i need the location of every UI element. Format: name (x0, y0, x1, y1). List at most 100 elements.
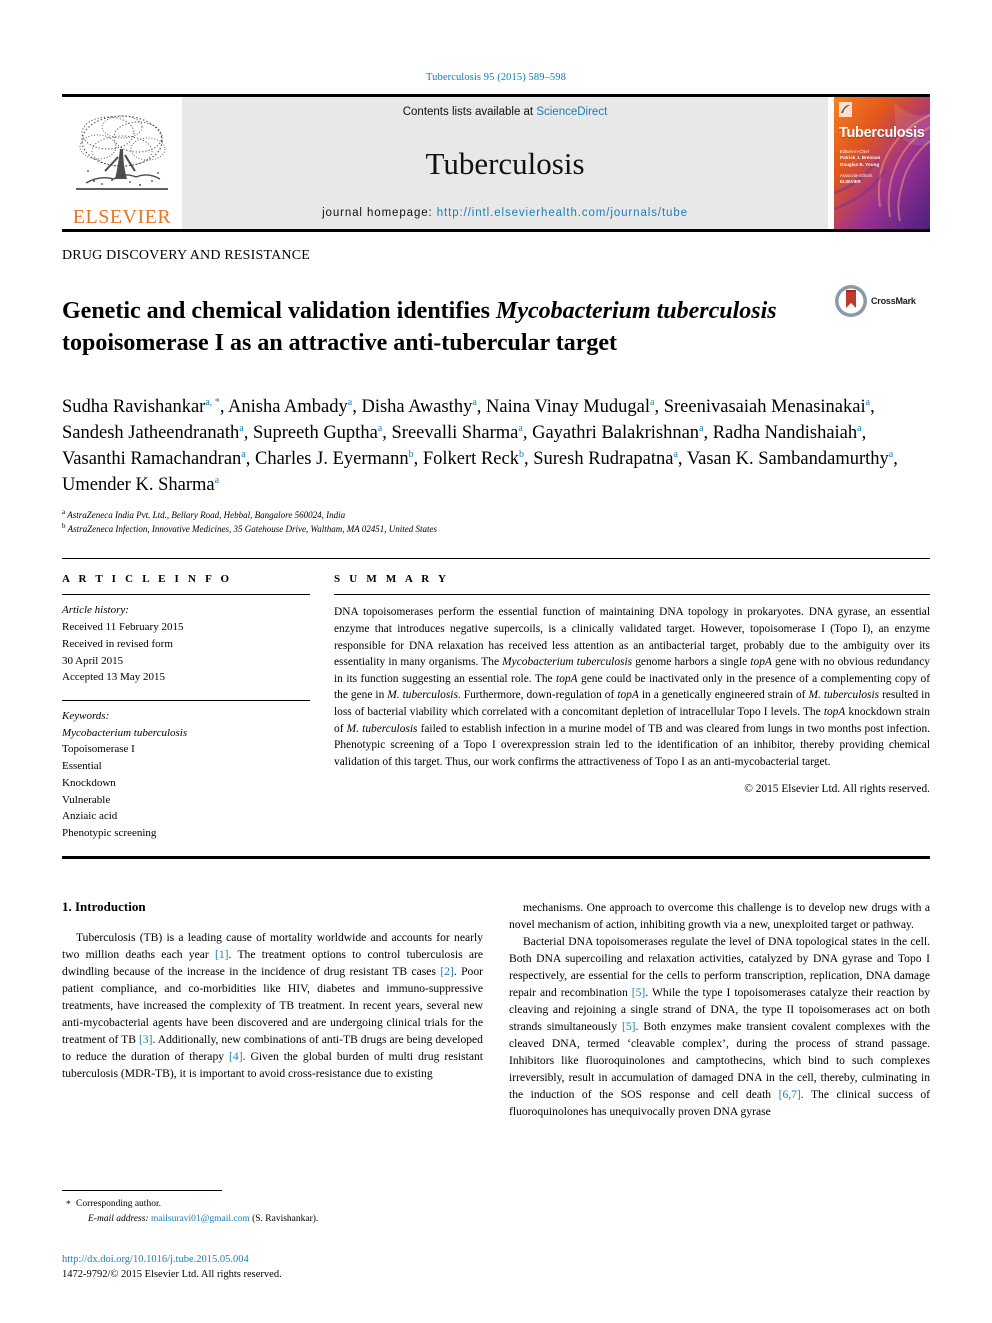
journal-title: Tuberculosis (425, 146, 585, 181)
summary-text-run: genome harbors a single (632, 656, 751, 669)
author-affiliation-mark: a (865, 396, 871, 408)
keywords-group: Keywords: Mycobacterium tuberculosis Topo… (62, 699, 310, 842)
citation-reference[interactable]: [1] (215, 948, 229, 961)
elsevier-wordmark: ELSEVIER (72, 206, 172, 228)
affiliation-list: a AstraZeneca India Pvt. Ltd., Bellary R… (62, 508, 930, 537)
keywords-label: Keywords: (62, 709, 110, 722)
author-name: Sandesh Jatheendranath (62, 422, 240, 443)
citation-reference[interactable]: [4] (229, 1050, 243, 1063)
article-history-item: Received in revised form (62, 637, 173, 650)
author-affiliation-mark: a (699, 422, 704, 434)
introduction-heading: 1. Introduction (62, 898, 146, 914)
author-affiliation-mark: a (377, 422, 383, 434)
sciencedirect-link[interactable]: ScienceDirect (536, 106, 607, 118)
author-list: Sudha Ravishankara, *, Anisha Ambadya, D… (62, 396, 898, 496)
author-name: Vasan K. Sambandamurthy (686, 449, 889, 470)
article-history-item: Accepted 13 May 2015 (62, 671, 165, 684)
author-name: Supreeth Guptha (252, 422, 378, 443)
masthead-center: Contents lists available at ScienceDirec… (182, 97, 828, 229)
summary-text-run: . Furthermore, down-regulation of (457, 689, 618, 702)
author-name: Vasanthi Ramachandran (62, 449, 242, 470)
copyright-line: © 2015 Elsevier Ltd. All rights reserved… (744, 783, 930, 796)
author-affiliation-mark: a (673, 448, 678, 460)
title-italic-species: Mycobacterium tuberculosis (495, 298, 777, 325)
author-affiliation-mark: a (518, 422, 523, 434)
elsevier-tree-icon (76, 115, 168, 190)
author-affiliation-mark: a (241, 448, 246, 460)
author-name: Sreevalli Sharma (391, 422, 519, 443)
cover-journal-title: Tuberculosis (839, 125, 925, 141)
summary-italic-term: M. tuberculosis (387, 689, 458, 702)
article-section-label: DRUG DISCOVERY AND RESISTANCE (62, 248, 311, 263)
article-history-group: Article history: Received 11 February 20… (62, 595, 310, 686)
article-info-heading: A R T I C L E I N F O (62, 573, 233, 586)
author-name: Charles J. Eyermann (255, 449, 409, 470)
summary-text-run: failed to establish infection in a murin… (334, 722, 930, 768)
summary-italic-term: topA (617, 689, 639, 702)
author-affiliation-mark: b (408, 448, 414, 460)
author-affiliation-mark: a (214, 475, 220, 487)
footnote-rule (62, 1189, 222, 1191)
title-row: Genetic and chemical validation identifi… (62, 280, 930, 376)
summary-column: S U M M A R Y DNA topoisomerases perform… (334, 573, 930, 841)
title-part-2: topoisomerase I as an attractive anti-tu… (62, 329, 617, 356)
summary-text: DNA topoisomerases perform the essential… (334, 595, 930, 770)
author-affiliation-mark: a, * (205, 396, 220, 408)
keyword-item: Anziaic acid (62, 810, 118, 823)
author-name: Umender K. Sharma (62, 475, 215, 496)
author-name: Gayathri Balakrishnan (532, 422, 700, 443)
author-name: Sudha Ravishankar (62, 396, 206, 417)
intro-paragraph-right-1: mechanisms. One approach to overcome thi… (509, 899, 930, 933)
contents-prefix: Contents lists available at (402, 106, 537, 118)
citation-reference[interactable]: [6,7] (779, 1088, 801, 1101)
summary-italic-term: Mycobacterium tuberculosis (502, 656, 633, 669)
cover-elsevier-icon (839, 102, 852, 117)
email-line: E-mail address: mailsuravi01@gmail.com (… (62, 1212, 462, 1227)
journal-homepage-line: journal homepage: http://intl.elsevierhe… (322, 207, 688, 219)
keyword-item: Phenotypic screening (62, 826, 157, 839)
author-affiliation-mark: a (650, 396, 655, 408)
email-label: E-mail address: (88, 1213, 151, 1224)
journal-masthead: ELSEVIER Contents lists available at Sci… (62, 94, 930, 229)
crossmark-badge[interactable]: CrossMark (834, 284, 930, 318)
affiliation-item: a AstraZeneca India Pvt. Ltd., Bellary R… (62, 507, 346, 520)
article-history-label: Article history: (62, 604, 129, 617)
journal-article-page: Tuberculosis 95 (2015) 589–598 ELSEVIER … (0, 0, 992, 1323)
keywords-items: Mycobacterium tuberculosis Topoisomerase … (62, 725, 310, 842)
citation-reference[interactable]: [3] (139, 1033, 153, 1046)
citation-reference[interactable]: [5] (632, 986, 646, 999)
author-name: Radha Nandishaiah (712, 422, 858, 443)
intro-paragraph-right-2: Bacterial DNA topoisomerases regulate th… (509, 933, 930, 1120)
keyword-item: Mycobacterium tuberculosis (62, 726, 188, 739)
summary-italic-term: topA (556, 672, 578, 685)
email-address-link[interactable]: mailsuravi01@gmail.com (151, 1214, 250, 1224)
summary-italic-term: topA (750, 656, 772, 669)
homepage-url-link[interactable]: http://intl.elsevierhealth.com/journals/… (437, 207, 688, 219)
corresponding-author-footnote: Corresponding author. E-mail address: ma… (62, 1189, 462, 1227)
author-affiliation-mark: b (518, 448, 524, 460)
journal-cover-thumbnail: Tuberculosis Editors-in-Chief Patrick J. … (834, 97, 930, 229)
body-text-run: mechanisms. One approach to overcome thi… (509, 900, 930, 931)
title-part-1: Genetic and chemical validation identifi… (62, 298, 496, 325)
body-column-left: 1. Introduction Tuberculosis (TB) is a l… (62, 899, 483, 1120)
summary-italic-term: M. tuberculosis (808, 689, 880, 702)
running-head: Tuberculosis 95 (2015) 589–598 (426, 72, 566, 83)
author-name: Folkert Reck (422, 449, 519, 470)
info-summary-block: A R T I C L E I N F O Article history: R… (62, 558, 930, 841)
crossmark-icon (835, 285, 867, 317)
doi-block: http://dx.doi.org/10.1016/j.tube.2015.05… (62, 1252, 282, 1284)
keyword-item: Essential (62, 760, 102, 773)
email-owner: (S. Ravishankar). (249, 1213, 319, 1224)
citation-reference[interactable]: [2] (440, 965, 454, 978)
summary-italic-term: topA (823, 705, 846, 718)
contents-available-line: Contents lists available at ScienceDirec… (403, 106, 608, 118)
affiliation-item: b AstraZeneca Infection, Innovative Medi… (62, 521, 438, 534)
intro-paragraph-left: Tuberculosis (TB) is a leading cause of … (62, 929, 483, 1082)
citation-reference[interactable]: [5] (622, 1020, 636, 1033)
body-columns: 1. Introduction Tuberculosis (TB) is a l… (62, 899, 930, 1120)
article-info-column: A R T I C L E I N F O Article history: R… (62, 573, 310, 841)
author-affiliation-mark: a (857, 422, 862, 434)
keyword-item: Vulnerable (62, 793, 111, 806)
doi-link[interactable]: http://dx.doi.org/10.1016/j.tube.2015.05… (62, 1252, 282, 1268)
corresponding-author-text: Corresponding author. (62, 1197, 462, 1213)
